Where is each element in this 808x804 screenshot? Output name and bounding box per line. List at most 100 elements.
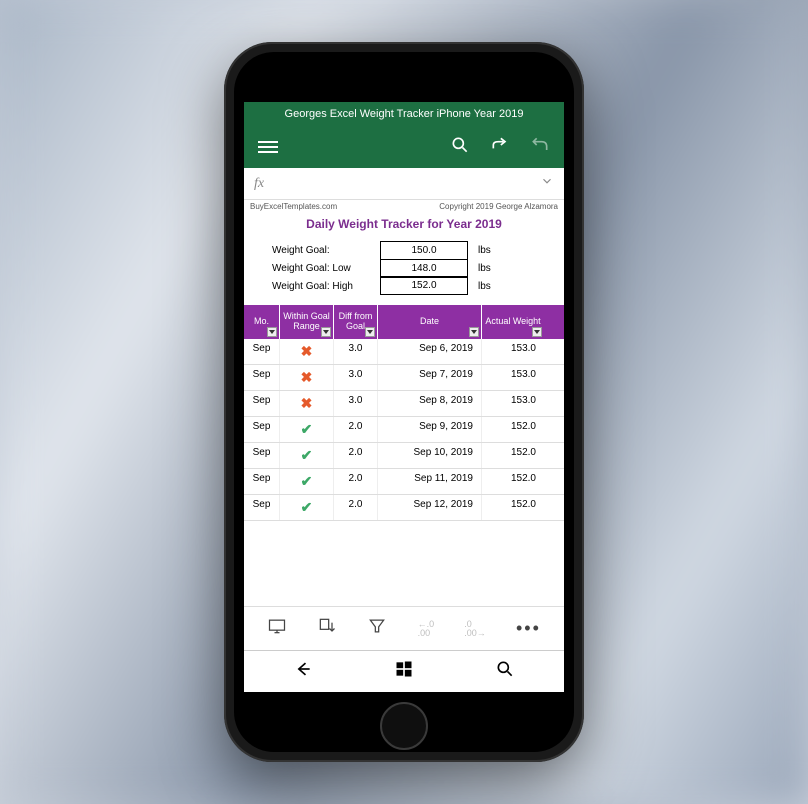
table-row[interactable]: Sep ✖ 3.0Sep 8, 2019153.0 [244,391,564,417]
cell-month[interactable]: Sep [244,469,280,494]
cell-month[interactable]: Sep [244,443,280,468]
filter-funnel-icon[interactable] [367,616,387,641]
cell-weight[interactable]: 152.0 [482,443,544,468]
cell-date[interactable]: Sep 6, 2019 [378,339,482,364]
goal-unit: lbs [478,281,508,292]
search-icon[interactable] [450,135,470,160]
table-row[interactable]: Sep ✔ 2.0Sep 12, 2019152.0 [244,495,564,521]
cell-diff[interactable]: 2.0 [334,443,378,468]
check-icon: ✔ [301,421,313,437]
app-title: Georges Excel Weight Tracker iPhone Year… [285,108,524,120]
menu-button[interactable] [258,141,278,153]
x-icon: ✖ [301,369,313,385]
fx-icon: fx [254,176,264,192]
cell-month[interactable]: Sep [244,417,280,442]
goal-label: Weight Goal: [272,245,370,256]
more-icon[interactable]: ••• [516,618,541,639]
cell-month[interactable]: Sep [244,365,280,390]
cell-weight[interactable]: 153.0 [482,339,544,364]
filter-icon[interactable] [532,327,542,337]
cell-diff[interactable]: 3.0 [334,391,378,416]
cell-month[interactable]: Sep [244,391,280,416]
cell-weight[interactable]: 152.0 [482,469,544,494]
goal-value-cell[interactable]: 150.0 [380,241,468,260]
col-date[interactable]: Date [378,305,482,339]
chevron-down-icon[interactable] [540,174,554,193]
cell-diff[interactable]: 2.0 [334,469,378,494]
copyright-text: Copyright 2019 George Alzamora [439,202,558,211]
check-icon: ✔ [301,447,313,463]
cell-in-range[interactable]: ✖ [280,391,334,416]
phone-home-button[interactable] [380,702,428,750]
cell-diff[interactable]: 3.0 [334,365,378,390]
table-row[interactable]: Sep ✔ 2.0Sep 9, 2019152.0 [244,417,564,443]
cell-in-range[interactable]: ✔ [280,443,334,468]
check-icon: ✔ [301,499,313,515]
cell-date[interactable]: Sep 10, 2019 [378,443,482,468]
table-header: Mo. Within Goal Range Diff from Goal Dat… [244,305,564,339]
windows-home-icon[interactable] [394,659,414,684]
goal-block: Weight Goal: 150.0 lbs Weight Goal: Low … [244,237,564,305]
goal-unit: lbs [478,263,508,274]
increase-decimal-icon[interactable]: .0.00→ [464,620,486,638]
table-row[interactable]: Sep ✖ 3.0Sep 6, 2019153.0 [244,339,564,365]
os-search-icon[interactable] [495,659,515,684]
goal-high-label: Weight Goal: High [272,281,370,292]
table-body: Sep✖3.0Sep 6, 2019153.0Sep✖3.0Sep 7, 201… [244,339,564,521]
cell-date[interactable]: Sep 11, 2019 [378,469,482,494]
sort-icon[interactable] [317,616,337,641]
cell-date[interactable]: Sep 9, 2019 [378,417,482,442]
cell-weight[interactable]: 153.0 [482,365,544,390]
cell-month[interactable]: Sep [244,339,280,364]
undo-icon[interactable] [530,135,550,160]
col-month[interactable]: Mo. [244,305,280,339]
phone-frame: Georges Excel Weight Tracker iPhone Year… [224,42,584,762]
os-nav-bar [244,650,564,692]
cell-weight[interactable]: 153.0 [482,391,544,416]
formula-bar[interactable]: fx [244,168,564,200]
goal-row: Weight Goal: 150.0 lbs [272,241,554,260]
cell-in-range[interactable]: ✔ [280,417,334,442]
col-diff[interactable]: Diff from Goal [334,305,378,339]
cell-weight[interactable]: 152.0 [482,417,544,442]
check-icon: ✔ [301,473,313,489]
cell-diff[interactable]: 2.0 [334,495,378,520]
cell-diff[interactable]: 3.0 [334,339,378,364]
x-icon: ✖ [301,395,313,411]
cell-in-range[interactable]: ✔ [280,495,334,520]
filter-icon[interactable] [469,327,479,337]
goal-low-value-cell[interactable]: 148.0 [380,259,468,278]
cell-date[interactable]: Sep 7, 2019 [378,365,482,390]
app-title-bar: Georges Excel Weight Tracker iPhone Year… [244,102,564,126]
app-toolbar [244,126,564,168]
phone-screen: Georges Excel Weight Tracker iPhone Year… [244,102,564,692]
display-mode-icon[interactable] [267,616,287,641]
decrease-decimal-icon[interactable]: ←.0.00 [418,620,435,638]
cell-weight[interactable]: 152.0 [482,495,544,520]
table-row[interactable]: Sep ✖ 3.0Sep 7, 2019153.0 [244,365,564,391]
table-row[interactable]: Sep ✔ 2.0Sep 11, 2019152.0 [244,469,564,495]
goal-row: Weight Goal: High 152.0 lbs [272,278,554,296]
x-icon: ✖ [301,343,313,359]
meta-row: BuyExcelTemplates.com Copyright 2019 Geo… [244,200,564,213]
goal-high-value-cell[interactable]: 152.0 [380,276,468,295]
goal-unit: lbs [478,245,508,256]
site-link[interactable]: BuyExcelTemplates.com [250,202,337,211]
cell-date[interactable]: Sep 12, 2019 [378,495,482,520]
col-within-range[interactable]: Within Goal Range [280,305,334,339]
back-button[interactable] [293,659,313,684]
share-icon[interactable] [490,135,510,160]
cell-in-range[interactable]: ✔ [280,469,334,494]
col-actual-weight[interactable]: Actual Weight [482,305,544,339]
goal-low-label: Weight Goal: Low [272,263,370,274]
filter-icon[interactable] [321,327,331,337]
cell-diff[interactable]: 2.0 [334,417,378,442]
cell-in-range[interactable]: ✖ [280,339,334,364]
cell-date[interactable]: Sep 8, 2019 [378,391,482,416]
filter-icon[interactable] [365,327,375,337]
table-row[interactable]: Sep ✔ 2.0Sep 10, 2019152.0 [244,443,564,469]
cell-month[interactable]: Sep [244,495,280,520]
excel-bottom-toolbar: ←.0.00 .0.00→ ••• [244,606,564,650]
filter-icon[interactable] [267,327,277,337]
cell-in-range[interactable]: ✖ [280,365,334,390]
